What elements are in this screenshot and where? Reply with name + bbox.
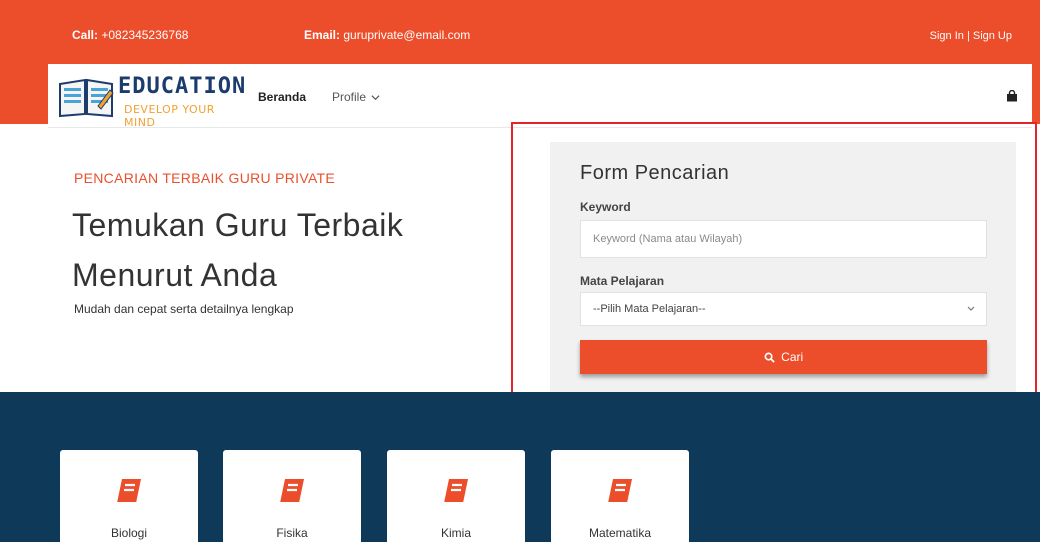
chevron-down-icon (967, 306, 975, 311)
hero-description: Mudah dan cepat serta detailnya lengkap (74, 302, 294, 316)
sign-in-link[interactable]: Sign In (930, 30, 964, 42)
subject-select[interactable]: --Pilih Mata Pelajaran-- (580, 292, 987, 326)
keyword-label: Keyword (580, 200, 631, 214)
subject-card-label: Fisika (276, 526, 308, 540)
email-label: Email: (304, 28, 341, 42)
subject-card-kimia[interactable]: Kimia (387, 450, 525, 542)
subject-label: Mata Pelajaran (580, 274, 665, 288)
open-book-logo-icon (59, 78, 114, 118)
phone-number: +082345236768 (101, 28, 189, 42)
book-icon (280, 479, 304, 504)
nav-profile[interactable]: Profile (332, 90, 380, 104)
subject-card-biologi[interactable]: Biologi (60, 450, 198, 542)
subject-card-label: Kimia (440, 526, 471, 540)
book-icon (444, 479, 468, 504)
subjects-section: Biologi Fisika Kimia Matematika (0, 392, 1040, 542)
hero-subtitle: PENCARIAN TERBAIK GURU PRIVATE (74, 170, 336, 186)
logo[interactable]: EDUCATION DEVELOP YOUR MIND (58, 72, 245, 129)
keyword-input[interactable] (580, 220, 987, 258)
logo-title: EDUCATION (118, 74, 247, 99)
contact-phone: Call: +082345236768 (72, 28, 188, 42)
sign-up-link[interactable]: Sign Up (973, 30, 1012, 42)
search-icon (764, 352, 775, 364)
subject-card-label: Biologi (110, 526, 148, 540)
subject-card-fisika[interactable]: Fisika (223, 450, 361, 542)
subject-selected-value: --Pilih Mata Pelajaran-- (593, 303, 706, 315)
search-button-label: Cari (781, 350, 804, 364)
book-icon (117, 479, 141, 504)
email-address: guruprivate@email.com (343, 28, 471, 42)
search-form-panel: Form Pencarian Keyword Mata Pelajaran --… (550, 142, 1016, 392)
shopping-bag-icon[interactable] (1006, 90, 1018, 102)
search-button[interactable]: Cari (580, 340, 987, 374)
book-icon (608, 479, 632, 504)
auth-separator: | (966, 30, 970, 42)
form-title: Form Pencarian (580, 162, 730, 184)
subject-card-matematika[interactable]: Matematika (551, 450, 689, 542)
subject-card-label: Matematika (588, 526, 652, 540)
nav-home[interactable]: Beranda (258, 90, 306, 104)
auth-links: Sign In | Sign Up (930, 30, 1012, 42)
logo-tagline: DEVELOP YOUR MIND (124, 103, 215, 129)
main-navbar: EDUCATION DEVELOP YOUR MIND Beranda Prof… (48, 64, 1032, 129)
hero-title: Temukan Guru Terbaik Menurut Anda (72, 207, 404, 293)
contact-email: Email: guruprivate@email.com (304, 28, 470, 42)
chevron-down-icon (371, 95, 380, 101)
phone-label: Call: (72, 28, 99, 42)
nav-profile-label: Profile (332, 90, 367, 104)
